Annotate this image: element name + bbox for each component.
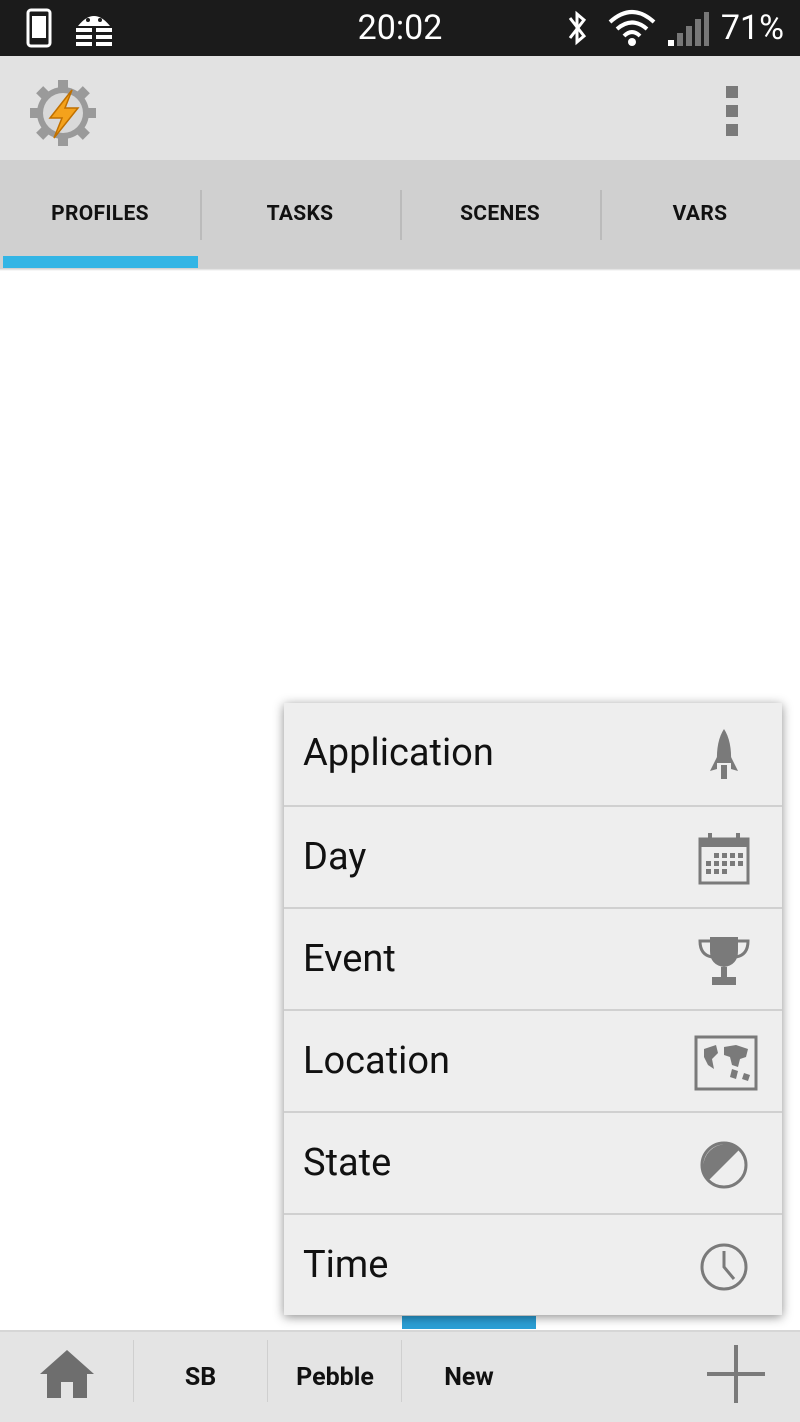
overflow-menu-icon[interactable] xyxy=(726,86,750,136)
project-tab-new[interactable]: New xyxy=(402,1332,536,1422)
battery-percent: 71% xyxy=(720,8,784,48)
menu-item-label: Application xyxy=(303,731,494,775)
bluetooth-icon xyxy=(566,8,588,52)
calendar-icon xyxy=(696,831,752,887)
bottom-active-indicator xyxy=(402,1316,536,1329)
menu-item-label: State xyxy=(303,1141,392,1185)
menu-item-application[interactable]: Application xyxy=(284,703,782,805)
menu-item-label: Location xyxy=(303,1039,451,1083)
bottom-bar: SB Pebble New xyxy=(0,1330,800,1422)
map-icon xyxy=(694,1035,758,1091)
menu-item-label: Day xyxy=(303,835,367,879)
action-bar xyxy=(0,56,800,160)
tab-scenes[interactable]: SCENES xyxy=(400,160,600,268)
project-tab-pebble[interactable]: Pebble xyxy=(268,1332,402,1422)
contrast-icon xyxy=(696,1137,752,1193)
tab-bar: PROFILES TASKS SCENES VARS xyxy=(0,160,800,268)
tab-bar-shadow xyxy=(0,268,800,271)
signal-icon xyxy=(666,8,710,52)
add-button[interactable] xyxy=(694,1332,778,1422)
menu-item-label: Time xyxy=(303,1243,389,1287)
tab-label: VARS xyxy=(672,202,728,226)
trophy-icon xyxy=(696,933,752,989)
tab-label: TASKS xyxy=(266,202,334,226)
status-bar: 20:02 71% xyxy=(0,0,800,56)
project-tab-sb[interactable]: SB xyxy=(134,1332,267,1422)
home-button[interactable] xyxy=(0,1332,134,1422)
tab-vars[interactable]: VARS xyxy=(600,160,800,268)
tab-label: SCENES xyxy=(460,202,540,226)
rocket-icon xyxy=(696,727,752,783)
project-label: Pebble xyxy=(296,1362,374,1392)
wifi-icon xyxy=(608,8,656,52)
project-label: SB xyxy=(184,1362,217,1392)
tasker-logo-icon[interactable] xyxy=(28,78,98,148)
clock-icon xyxy=(696,1239,752,1295)
plus-icon xyxy=(705,1343,767,1412)
menu-item-event[interactable]: Event xyxy=(284,907,782,1009)
menu-item-day[interactable]: Day xyxy=(284,805,782,907)
menu-item-time[interactable]: Time xyxy=(284,1213,782,1315)
context-popup-menu: Application Day Event Location State Tim… xyxy=(284,703,782,1315)
tab-profiles[interactable]: PROFILES xyxy=(0,160,200,268)
menu-item-label: Event xyxy=(303,937,396,981)
tab-label: PROFILES xyxy=(51,202,149,226)
home-icon xyxy=(38,1348,96,1407)
menu-item-location[interactable]: Location xyxy=(284,1009,782,1111)
tab-tasks[interactable]: TASKS xyxy=(200,160,400,268)
project-label: New xyxy=(444,1362,494,1392)
menu-item-state[interactable]: State xyxy=(284,1111,782,1213)
